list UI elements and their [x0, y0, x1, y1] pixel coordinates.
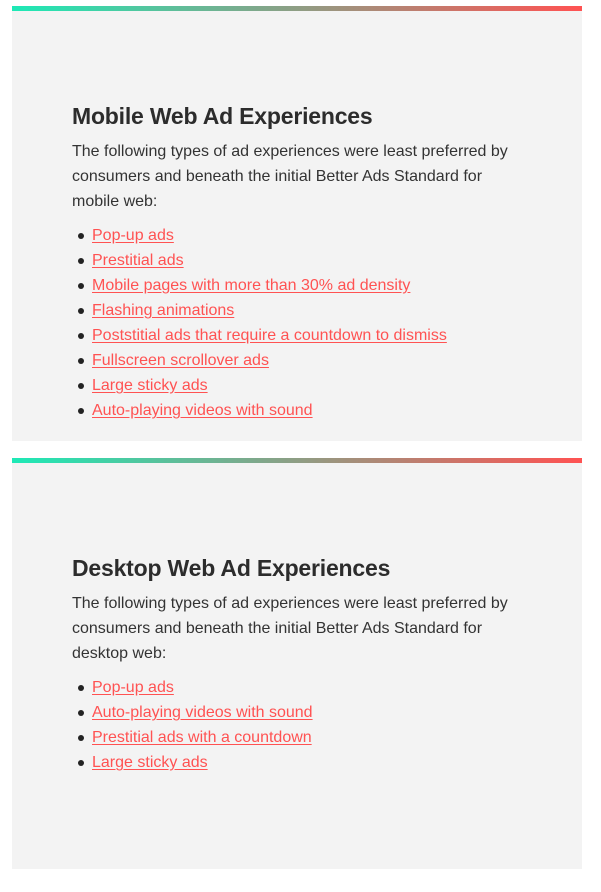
ad-experience-link[interactable]: Large sticky ads — [92, 754, 208, 771]
list-item: Large sticky ads — [78, 373, 522, 398]
gradient-accent-bar — [12, 6, 582, 11]
ad-experience-link[interactable]: Prestitial ads with a countdown — [92, 729, 312, 746]
list-item: Auto-playing videos with sound — [78, 700, 522, 725]
section-title: Mobile Web Ad Experiences — [72, 103, 373, 129]
section-description: The following types of ad experiences we… — [72, 595, 508, 662]
ad-experience-list: Pop-up ads Prestitial ads Mobile pages w… — [72, 223, 522, 423]
ad-experience-link[interactable]: Fullscreen scrollover ads — [92, 352, 269, 369]
ad-experience-link[interactable]: Prestitial ads — [92, 252, 184, 269]
gradient-accent-bar — [12, 458, 582, 463]
mobile-section-content: Mobile Web Ad Experiences The following … — [72, 101, 522, 423]
ad-experience-link[interactable]: Poststitial ads that require a countdown… — [92, 327, 447, 344]
list-item: Flashing animations — [78, 298, 522, 323]
list-item: Poststitial ads that require a countdown… — [78, 323, 522, 348]
ad-experience-link[interactable]: Pop-up ads — [92, 679, 174, 696]
list-item: Auto-playing videos with sound — [78, 398, 522, 423]
ad-experience-link[interactable]: Mobile pages with more than 30% ad densi… — [92, 277, 410, 294]
mobile-section-card: Mobile Web Ad Experiences The following … — [12, 6, 582, 441]
ad-experience-link[interactable]: Auto-playing videos with sound — [92, 704, 313, 721]
list-item: Prestitial ads — [78, 248, 522, 273]
list-item: Fullscreen scrollover ads — [78, 348, 522, 373]
ad-experience-link[interactable]: Flashing animations — [92, 302, 234, 319]
ad-experience-link[interactable]: Large sticky ads — [92, 377, 208, 394]
list-item: Mobile pages with more than 30% ad densi… — [78, 273, 522, 298]
section-title: Desktop Web Ad Experiences — [72, 555, 391, 581]
list-item: Prestitial ads with a countdown — [78, 725, 522, 750]
desktop-section-content: Desktop Web Ad Experiences The following… — [72, 553, 522, 775]
section-description: The following types of ad experiences we… — [72, 143, 508, 210]
desktop-section-card: Desktop Web Ad Experiences The following… — [12, 458, 582, 869]
ad-experience-link[interactable]: Pop-up ads — [92, 227, 174, 244]
list-item: Large sticky ads — [78, 750, 522, 775]
ad-experience-list: Pop-up ads Auto-playing videos with soun… — [72, 675, 522, 775]
list-item: Pop-up ads — [78, 675, 522, 700]
ad-experience-link[interactable]: Auto-playing videos with sound — [92, 402, 313, 419]
list-item: Pop-up ads — [78, 223, 522, 248]
